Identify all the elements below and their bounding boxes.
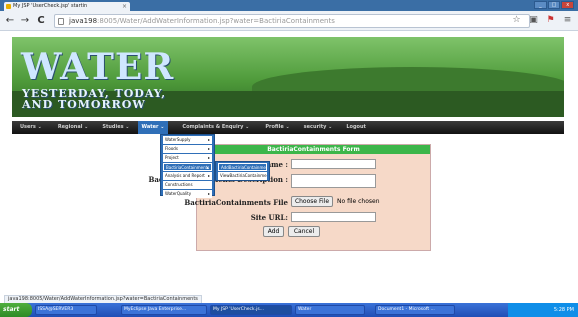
dropdown-item-label: Project [165, 155, 179, 160]
menu-users[interactable]: Users ⌄ [16, 121, 46, 134]
site-row: Site URL: [197, 211, 432, 224]
submenu-view-bactiria[interactable]: ViewBactiriaContainments [218, 172, 267, 180]
window-controls: _ □ x [534, 1, 575, 9]
minimize-button[interactable]: _ [534, 1, 547, 9]
site-url-input[interactable] [291, 212, 376, 222]
tab-close-icon[interactable]: × [122, 2, 127, 11]
dropdown-item-label: Constructions [165, 182, 193, 187]
cancel-button[interactable]: Cancel [288, 226, 320, 237]
buttons-row: Add Cancel [197, 226, 432, 239]
menu-regional[interactable]: Regional ⌄ [54, 121, 93, 134]
maximize-button[interactable]: □ [547, 1, 561, 9]
windows-taskbar: start ISSA@SERVER3 MyEclipse Java Enterp… [0, 303, 578, 317]
page-content: WATER YESTERDAY, TODAY, AND TOMORROW Use… [0, 32, 578, 304]
dropdown-item-floods[interactable]: Floods ▸ [163, 145, 212, 153]
reload-button[interactable]: C [35, 14, 47, 28]
system-tray: 5:28 PM [508, 303, 578, 317]
arrow-right-icon: ▸ [207, 146, 210, 151]
forward-button[interactable]: → [19, 14, 31, 28]
dropdown-item-label: WaterQuality [165, 191, 192, 196]
menu-profile[interactable]: Profile ⌄ [261, 121, 293, 134]
choose-file-button[interactable]: Choose File [291, 196, 333, 207]
arrow-right-icon: ▸ [207, 137, 210, 142]
dropdown-item-constructions[interactable]: Constructions [163, 181, 212, 189]
task-issa-server[interactable]: ISSA@SERVER3 [35, 305, 97, 315]
tagline-line-2: AND TOMORROW [22, 98, 146, 111]
task-word-document[interactable]: Document1 - Microsoft ... [375, 305, 455, 315]
main-menu-bar: Users ⌄ Regional ⌄ Studies ⌄ Water ⌄ Com… [12, 121, 564, 134]
tab-title: My JSP 'UserCheck.jsp' startin [13, 3, 88, 9]
dropdown-item-label: Analysis and Report [165, 173, 205, 178]
dropdown-item-bactiria[interactable]: BactiriaContainments ▸ [163, 163, 212, 171]
file-status: No file chosen [337, 198, 380, 205]
site-title: WATER [21, 46, 175, 88]
dropdown-item-project[interactable]: Project ▸ [163, 154, 212, 162]
arrow-right-icon: ▸ [207, 173, 210, 178]
site-tagline: YESTERDAY, TODAY, AND TOMORROW [22, 88, 166, 110]
favicon-icon [6, 4, 11, 9]
menu-icon[interactable]: ≡ [561, 14, 574, 27]
back-button[interactable]: ← [4, 14, 16, 28]
tray-clock[interactable]: 5:28 PM [554, 307, 574, 313]
task-myeclipse[interactable]: MyEclipse Java Enterprise... [121, 305, 207, 315]
submenu-add-bactiria[interactable]: AddBactiriaContainments [218, 163, 267, 171]
name-input[interactable] [291, 159, 376, 169]
flag-icon[interactable]: ⚑ [544, 14, 557, 27]
bactiria-submenu: AddBactiriaContainments ViewBactiriaCont… [215, 161, 270, 181]
dropdown-item-label: BactiriaContainments [166, 165, 210, 170]
star-icon[interactable]: ☆ [510, 14, 523, 27]
dropdown-item-waterquality[interactable]: WaterQuality ▸ [163, 190, 212, 198]
url-host: java198 [69, 17, 98, 25]
add-button[interactable]: Add [263, 226, 284, 237]
description-input[interactable] [291, 174, 376, 188]
browser-tab-bar: My JSP 'UserCheck.jsp' startin × _ □ x [0, 0, 578, 11]
arrow-right-icon: ▸ [207, 191, 210, 196]
task-browser[interactable]: My JSP 'UserCheck.js... [210, 305, 292, 315]
form-heading: BactiriaContainments Form [197, 145, 430, 154]
extension-icon[interactable]: ▣ [527, 14, 540, 27]
dropdown-item-label: Floods [165, 146, 178, 151]
browser-toolbar: ← → C java198:8005/Water/AddWaterInforma… [0, 11, 578, 31]
dropdown-item-analysis[interactable]: Analysis and Report ▸ [163, 172, 212, 180]
file-label: BactiriaContainments File [184, 198, 288, 207]
arrow-right-icon: ▸ [206, 165, 209, 170]
water-dropdown: WaterSupply ▸ Floods ▸ Project ▸ BactiriaCo… [160, 134, 215, 198]
browser-tab[interactable]: My JSP 'UserCheck.jsp' startin × [4, 2, 130, 11]
menu-logout[interactable]: Logout [342, 121, 370, 134]
dropdown-item-label: WaterSupply [165, 137, 191, 142]
toolbar-icons: ☆ ▣ ⚑ ≡ [510, 14, 574, 27]
site-label: Site URL: [250, 213, 288, 222]
page-icon [58, 18, 64, 25]
menu-studies[interactable]: Studies ⌄ [98, 121, 133, 134]
file-row: BactiriaContainments File Choose File No… [184, 196, 432, 209]
arrow-right-icon: ▸ [207, 155, 210, 160]
url-path: :8005/Water/AddWaterInformation.jsp?wate… [97, 17, 335, 25]
menu-water[interactable]: Water ⌄ [137, 121, 169, 134]
dropdown-item-watersupply[interactable]: WaterSupply ▸ [163, 136, 212, 144]
address-bar[interactable]: java198:8005/Water/AddWaterInformation.j… [54, 14, 530, 28]
start-button[interactable]: start [0, 303, 32, 317]
task-water-folder[interactable]: Water [295, 305, 365, 315]
site-banner: WATER YESTERDAY, TODAY, AND TOMORROW [12, 37, 564, 117]
menu-security[interactable]: security ⌄ [300, 121, 337, 134]
menu-complaints[interactable]: Complaints & Enquiry ⌄ [178, 121, 253, 134]
close-window-button[interactable]: x [561, 1, 575, 9]
